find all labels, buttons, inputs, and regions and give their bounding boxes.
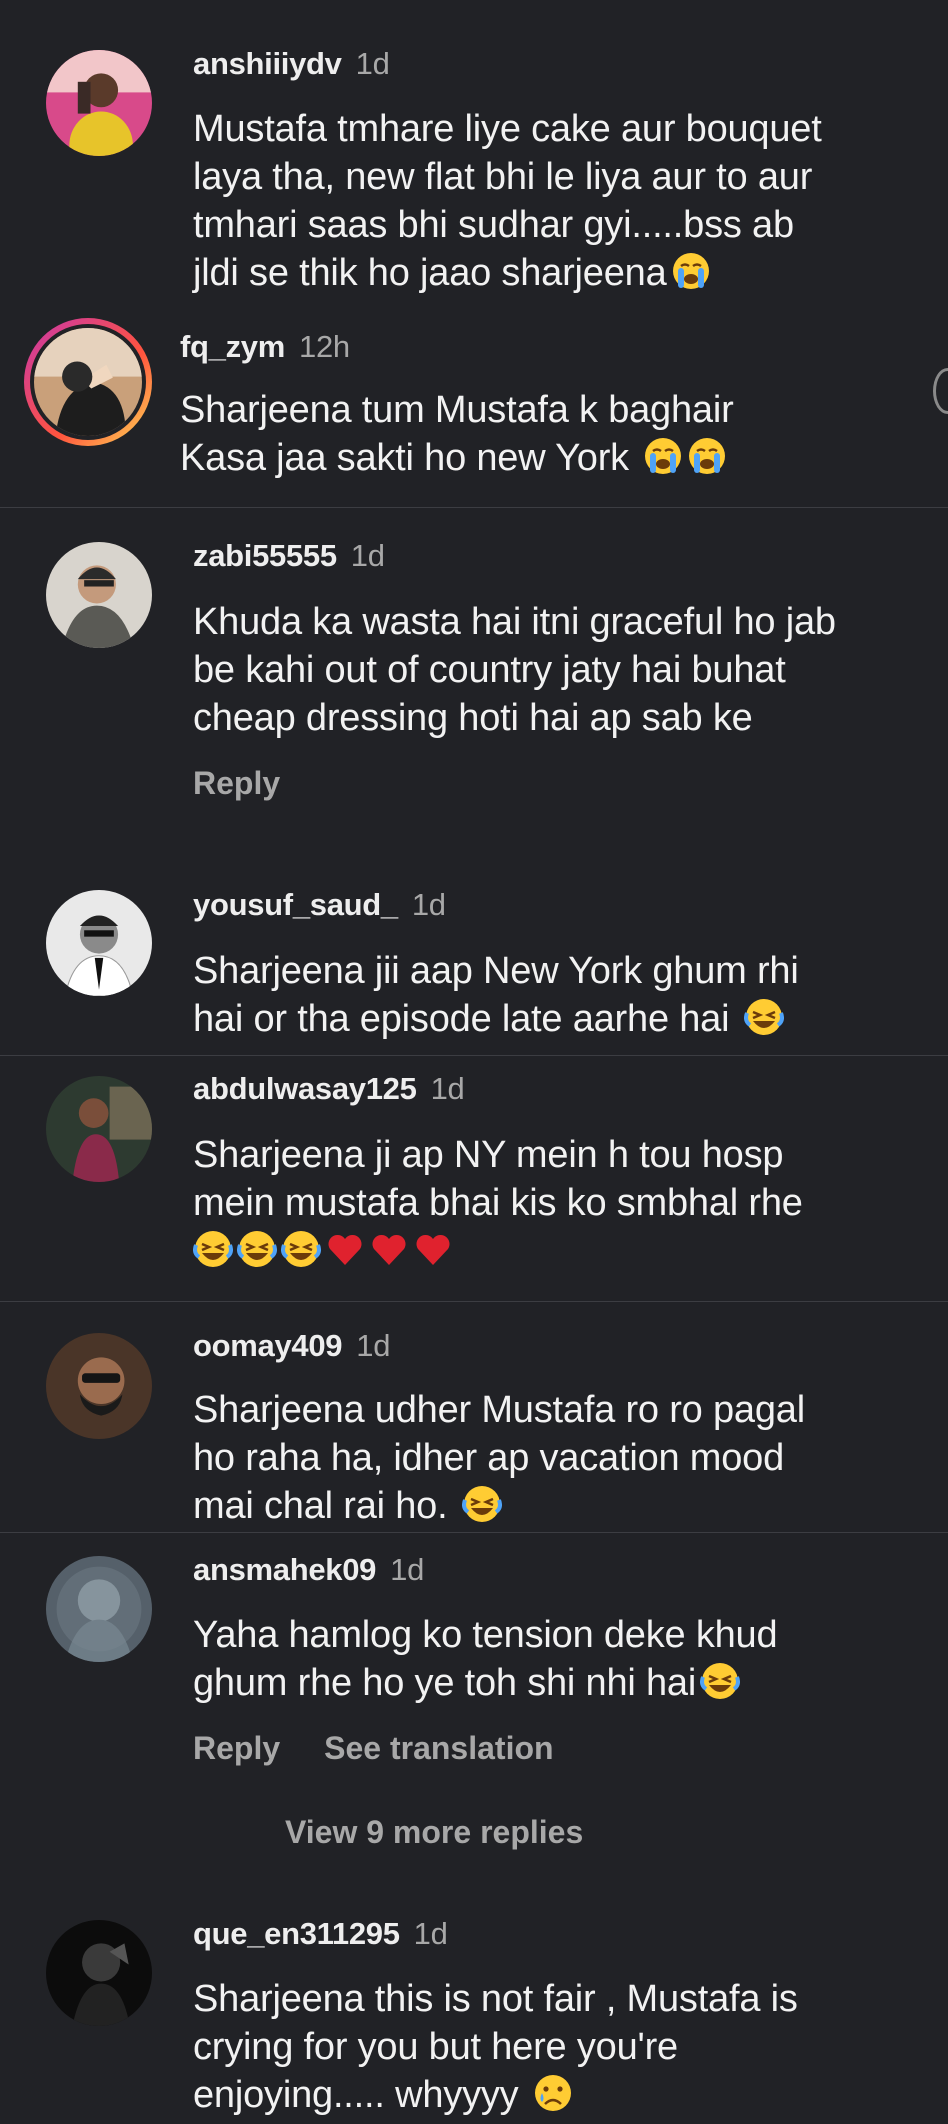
divider	[0, 1301, 948, 1302]
reply-button[interactable]: Reply	[193, 1730, 280, 1767]
crying-emoji	[687, 436, 727, 476]
timestamp: 1d	[413, 1916, 448, 1951]
comment-text: Mustafa tmhare liye cake aur bouquet lay…	[193, 105, 822, 297]
comment-username[interactable]: zabi55555 1d	[193, 538, 385, 574]
comment-text: Khuda ka wasta hai itni graceful ho jab …	[193, 598, 836, 742]
laughing-emoji	[281, 1229, 321, 1269]
timestamp: 1d	[355, 46, 390, 81]
comment-username[interactable]: anshiiiydv 1d	[193, 46, 390, 82]
comment-username[interactable]: abdulwasay125 1d	[193, 1071, 465, 1107]
avatar[interactable]	[34, 328, 142, 436]
username[interactable]: anshiiiydv	[193, 46, 342, 81]
laughing-emoji	[700, 1661, 741, 1701]
sad-tear-emoji	[533, 2073, 573, 2113]
comment-body: Mustafa tmhare liye cake aur bouquet lay…	[193, 108, 822, 294]
comment-body: Khuda ka wasta hai itni graceful ho jab …	[193, 601, 836, 739]
comment-body: Sharjeena this is not fair , Mustafa is …	[193, 1978, 798, 2116]
comment-username[interactable]: que_en311295 1d	[193, 1916, 448, 1952]
comment-username[interactable]: oomay409 1d	[193, 1328, 390, 1364]
timestamp: 1d	[430, 1071, 465, 1106]
timestamp: 1d	[356, 1328, 391, 1363]
username[interactable]: que_en311295	[193, 1916, 400, 1951]
laughing-emoji	[237, 1229, 277, 1269]
timestamp: 1d	[350, 538, 385, 573]
comment-username[interactable]: yousuf_saud_ 1d	[193, 887, 446, 923]
laughing-emoji	[193, 1229, 233, 1269]
story-ring[interactable]	[24, 318, 152, 446]
avatar[interactable]	[46, 542, 152, 648]
avatar[interactable]	[46, 1333, 152, 1439]
view-more-replies-button[interactable]: View 9 more replies	[285, 1814, 583, 1851]
heart-emoji	[369, 1229, 409, 1269]
divider	[0, 1055, 948, 1056]
comment-body: Sharjeena ji ap NY mein h tou hosp mein …	[193, 1134, 803, 1224]
comment-text: Sharjeena this is not fair , Mustafa is …	[193, 1975, 798, 2119]
avatar[interactable]	[46, 890, 152, 996]
comment-username[interactable]: ansmahek09 1d	[193, 1552, 424, 1588]
comment-text: Sharjeena tum Mustafa k baghair Kasa jaa…	[180, 386, 734, 482]
heart-emoji	[413, 1229, 453, 1269]
comment-body: Sharjeena jii aap New York ghum rhi hai …	[193, 950, 799, 1040]
see-translation-button[interactable]: See translation	[324, 1730, 553, 1767]
timestamp: 1d	[390, 1552, 425, 1587]
avatar[interactable]	[46, 1076, 152, 1182]
avatar[interactable]	[46, 50, 152, 156]
avatar[interactable]	[46, 1556, 152, 1662]
comment-text: Sharjeena ji ap NY mein h tou hosp mein …	[193, 1131, 803, 1275]
comment-actions: Reply See translation	[193, 1730, 598, 1767]
heart-emoji	[325, 1229, 365, 1269]
comment-actions: Reply	[193, 765, 324, 802]
crying-emoji	[643, 436, 683, 476]
username[interactable]: oomay409	[193, 1328, 343, 1363]
comment-text: Yaha hamlog ko tension deke khud ghum rh…	[193, 1611, 778, 1707]
reply-button[interactable]: Reply	[193, 765, 280, 802]
divider	[0, 1532, 948, 1533]
laughing-emoji	[461, 1484, 502, 1524]
username[interactable]: abdulwasay125	[193, 1071, 417, 1106]
username[interactable]: zabi55555	[193, 538, 337, 573]
divider	[0, 507, 948, 508]
comment-body: Yaha hamlog ko tension deke khud ghum rh…	[193, 1614, 778, 1704]
username[interactable]: fq_zym	[180, 329, 285, 364]
crying-emoji	[671, 251, 711, 291]
timestamp: 1d	[411, 887, 446, 922]
avatar[interactable]	[46, 1920, 152, 2026]
username[interactable]: yousuf_saud_	[193, 887, 398, 922]
comment-text: Sharjeena udher Mustafa ro ro pagal ho r…	[193, 1386, 805, 1530]
comment-username[interactable]: fq_zym 12h	[180, 329, 350, 365]
comment-text: Sharjeena jii aap New York ghum rhi hai …	[193, 947, 799, 1043]
username[interactable]: ansmahek09	[193, 1552, 376, 1587]
laughing-emoji	[743, 997, 784, 1037]
timestamp: 12h	[299, 329, 350, 364]
scroll-indicator[interactable]	[933, 368, 948, 414]
